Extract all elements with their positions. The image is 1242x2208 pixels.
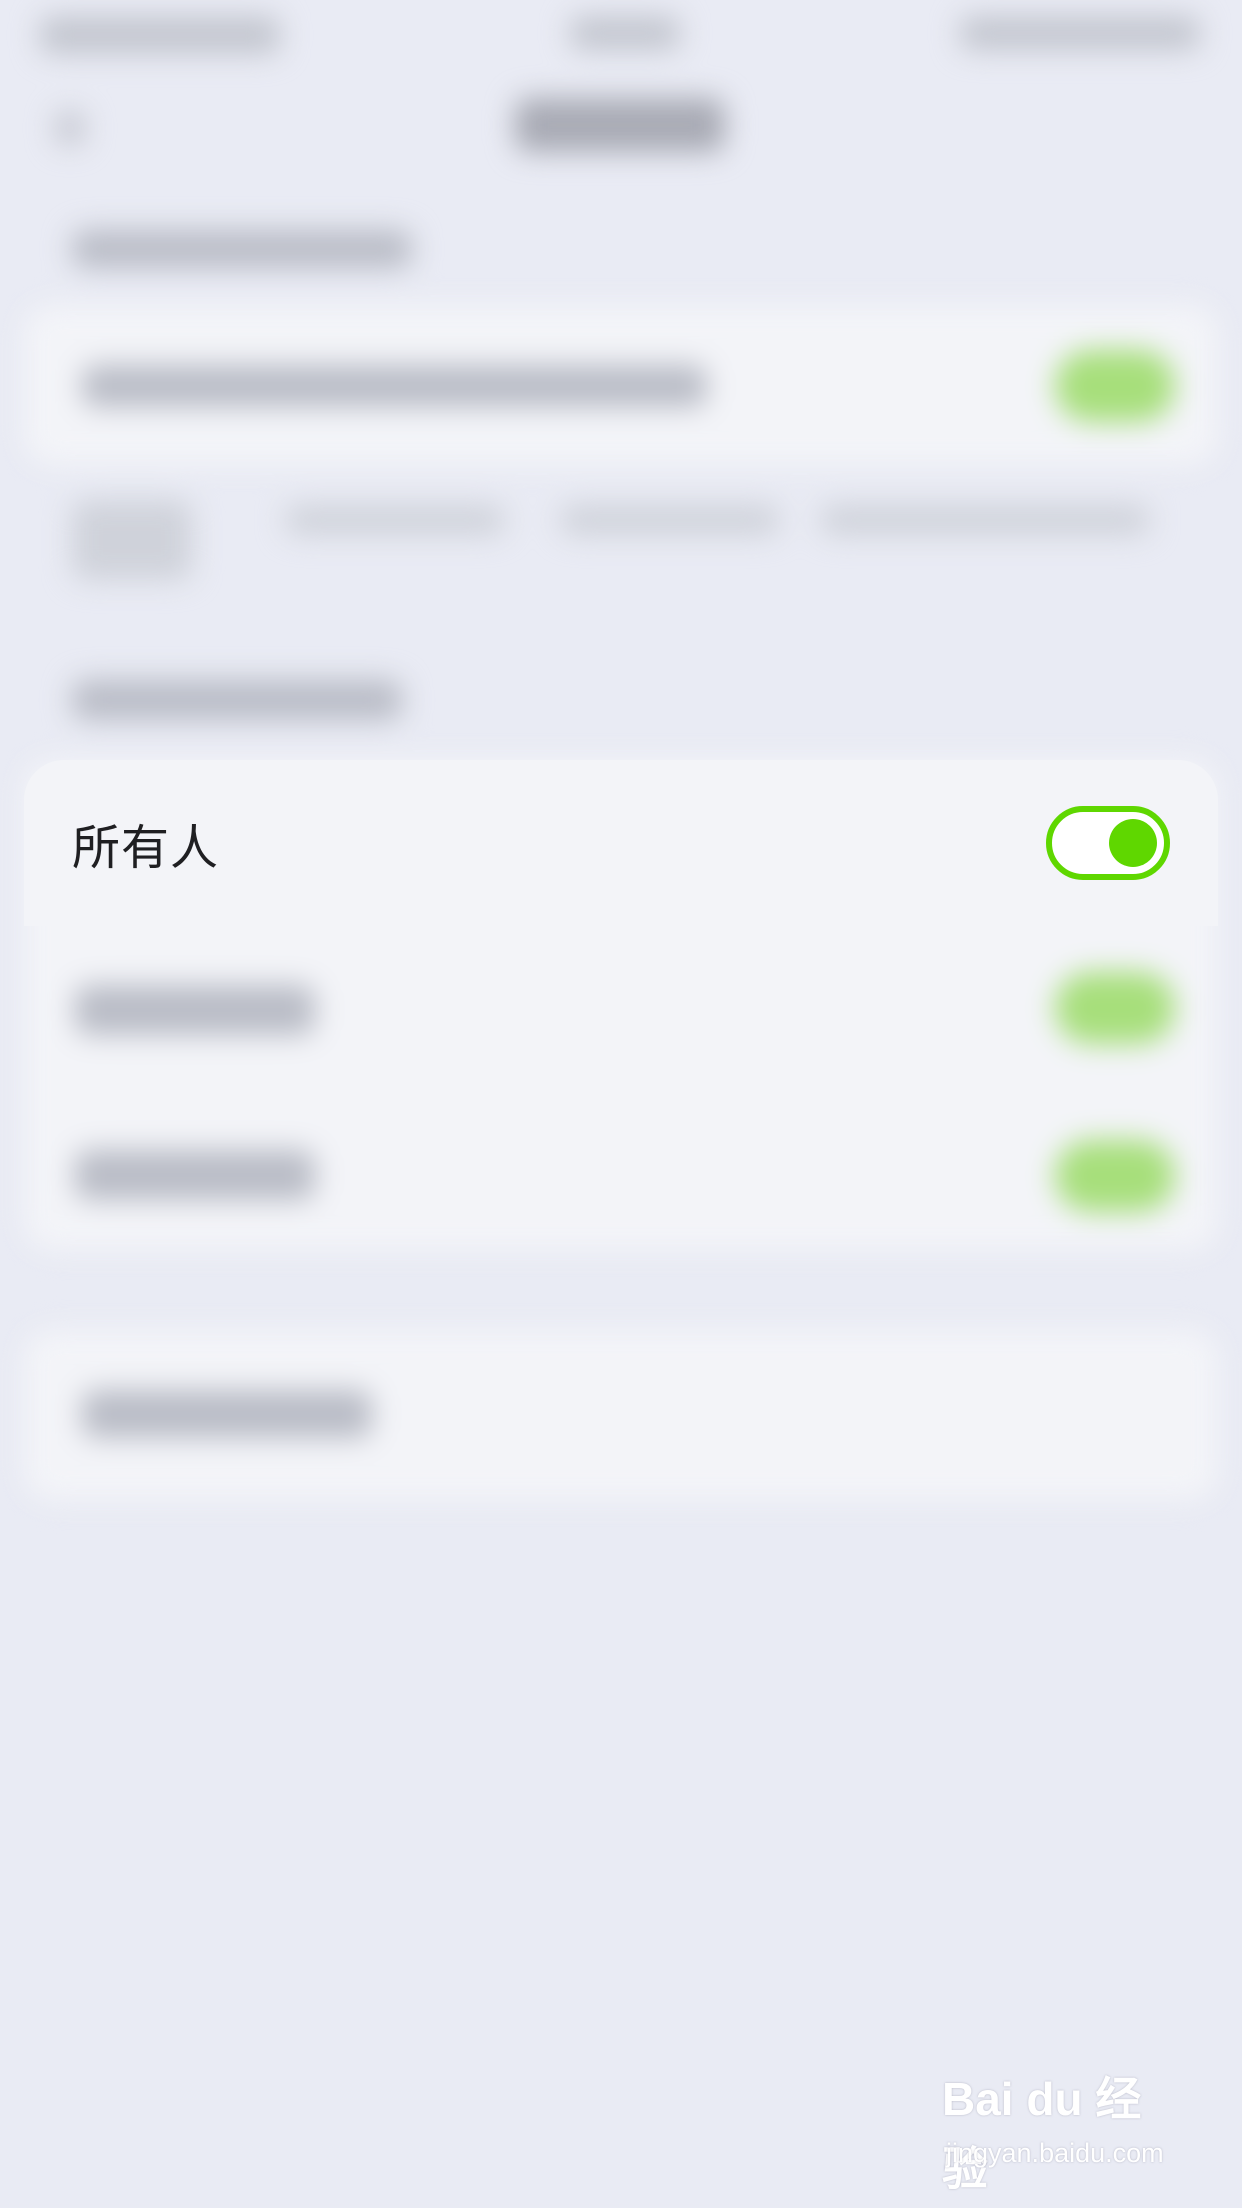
status-bar-center (570, 16, 680, 50)
status-bar-right (960, 16, 1200, 50)
row-label (82, 365, 707, 407)
note-text (72, 500, 192, 580)
note-text (560, 505, 780, 535)
toggle[interactable] (1055, 350, 1175, 422)
status-bar-left (40, 16, 280, 54)
back-icon[interactable] (55, 110, 85, 146)
section-header (72, 230, 412, 268)
everyone-option-row[interactable]: 所有人 (24, 760, 1218, 926)
baidu-logo: Bai du 经验 (942, 2073, 1142, 2195)
note-text (285, 505, 505, 535)
row-label (82, 1390, 372, 1438)
toggle[interactable] (1055, 972, 1175, 1044)
everyone-toggle[interactable] (1046, 806, 1170, 880)
toggle-knob (1109, 819, 1157, 867)
row-label (75, 1150, 315, 1200)
baidu-jingyan-watermark: Bai du 经验 jingyan.baidu.com (942, 2064, 1182, 2195)
everyone-option-label: 所有人 (72, 820, 220, 876)
watermark-url: jingyan.baidu.com (946, 2138, 1164, 2168)
blurred-background (0, 0, 1242, 2208)
row-label (75, 985, 315, 1035)
section-header (72, 680, 402, 720)
note-text (820, 505, 1150, 535)
nav-title (515, 98, 725, 152)
toggle[interactable] (1055, 1140, 1175, 1212)
